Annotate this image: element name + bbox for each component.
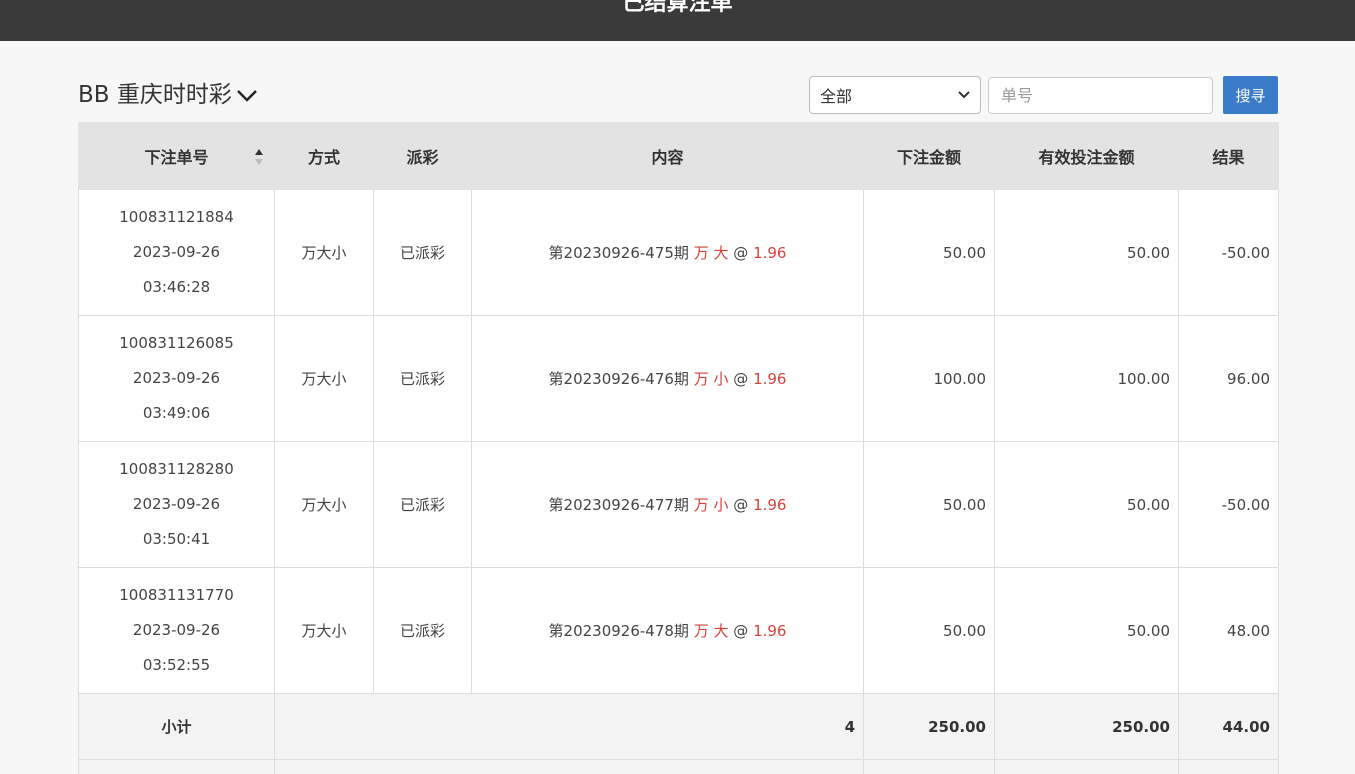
result-cell: -50.00 <box>1178 441 1279 568</box>
order-number: 100831126085 <box>119 334 234 352</box>
empty-cell <box>863 759 995 774</box>
page-title: 已结算注单 <box>622 0 733 16</box>
sort-icon[interactable] <box>254 147 264 167</box>
content-cell: 第20230926-476期 万 小 @ 1.96 <box>471 315 864 442</box>
bet-at: @ <box>733 496 749 514</box>
method-cell: 万大小 <box>274 315 374 442</box>
column-header-method: 方式 <box>274 122 374 190</box>
valid-amount-cell: 50.00 <box>994 189 1179 316</box>
bet-period: 第20230926-478期 <box>548 622 689 640</box>
game-title: BB 重庆时时彩 <box>78 82 232 108</box>
bet-pick: 万 小 <box>693 370 729 388</box>
amount-cell: 50.00 <box>863 567 995 694</box>
content-cell: 第20230926-477期 万 小 @ 1.96 <box>471 441 864 568</box>
bet-period: 第20230926-476期 <box>548 370 689 388</box>
bet-at: @ <box>733 622 749 640</box>
bet-period: 第20230926-475期 <box>548 244 689 262</box>
order-time: 03:52:55 <box>142 656 211 674</box>
empty-cell <box>274 759 864 774</box>
column-header-order-no[interactable]: 下注单号 <box>78 122 275 190</box>
empty-cell <box>994 759 1179 774</box>
subtotal-result: 44.00 <box>1178 693 1279 760</box>
subtotal-amount: 250.00 <box>863 693 995 760</box>
order-time: 03:46:28 <box>142 278 211 296</box>
result-cell: -50.00 <box>1178 189 1279 316</box>
order-number: 100831121884 <box>119 208 234 226</box>
order-date: 2023-09-26 <box>132 369 221 387</box>
top-bar: 已结算注单 <box>0 0 1355 41</box>
column-header-content: 内容 <box>471 122 864 190</box>
order-cell: 100831121884 2023-09-26 03:46:28 <box>78 189 275 316</box>
method-cell: 万大小 <box>274 189 374 316</box>
table-row: 100831128280 2023-09-26 03:50:41 万大小 已派彩… <box>78 441 1279 568</box>
subtotal-label: 小计 <box>78 693 275 760</box>
empty-cell <box>78 759 275 774</box>
order-number: 100831128280 <box>119 460 234 478</box>
bet-odds: 1.96 <box>753 244 787 262</box>
payout-cell: 已派彩 <box>373 189 472 316</box>
amount-cell: 50.00 <box>863 189 995 316</box>
bets-table: 下注单号 方式 派彩 内容 下注金额 有效投注金额 结果 10083112188… <box>78 122 1279 774</box>
table-row-partial <box>78 759 1279 774</box>
column-header-result: 结果 <box>1178 122 1279 190</box>
filter-selected-value: 全部 <box>820 87 853 106</box>
payout-cell: 已派彩 <box>373 441 472 568</box>
subtotal-count: 4 <box>274 693 864 760</box>
method-cell: 万大小 <box>274 567 374 694</box>
table-row: 100831121884 2023-09-26 03:46:28 万大小 已派彩… <box>78 189 1279 316</box>
result-cell: 48.00 <box>1178 567 1279 694</box>
order-cell: 100831128280 2023-09-26 03:50:41 <box>78 441 275 568</box>
bet-odds: 1.96 <box>753 370 787 388</box>
valid-amount-cell: 50.00 <box>994 567 1179 694</box>
status-filter-select[interactable]: 全部 <box>809 76 981 114</box>
bet-at: @ <box>733 370 749 388</box>
chevron-down-icon <box>958 91 970 99</box>
bet-pick: 万 大 <box>693 244 729 262</box>
subtotal-row: 小计 4 250.00 250.00 44.00 <box>78 693 1279 760</box>
column-header-amount: 下注金额 <box>863 122 995 190</box>
column-header-payout: 派彩 <box>373 122 472 190</box>
payout-cell: 已派彩 <box>373 315 472 442</box>
valid-amount-cell: 50.00 <box>994 441 1179 568</box>
game-selector[interactable]: BB 重庆时时彩 <box>78 80 258 110</box>
table-row: 100831126085 2023-09-26 03:49:06 万大小 已派彩… <box>78 315 1279 442</box>
method-cell: 万大小 <box>274 441 374 568</box>
subtotal-valid-amount: 250.00 <box>994 693 1179 760</box>
order-date: 2023-09-26 <box>132 621 221 639</box>
order-cell: 100831126085 2023-09-26 03:49:06 <box>78 315 275 442</box>
order-time: 03:50:41 <box>142 530 211 548</box>
bet-period: 第20230926-477期 <box>548 496 689 514</box>
search-button[interactable]: 搜寻 <box>1223 76 1278 114</box>
bet-pick: 万 小 <box>693 496 729 514</box>
order-number-input[interactable] <box>988 77 1213 114</box>
bet-pick: 万 大 <box>693 622 729 640</box>
bet-at: @ <box>733 244 749 262</box>
amount-cell: 50.00 <box>863 441 995 568</box>
valid-amount-cell: 100.00 <box>994 315 1179 442</box>
result-cell: 96.00 <box>1178 315 1279 442</box>
order-date: 2023-09-26 <box>132 243 221 261</box>
bet-odds: 1.96 <box>753 496 787 514</box>
order-number: 100831131770 <box>119 586 234 604</box>
payout-cell: 已派彩 <box>373 567 472 694</box>
content-cell: 第20230926-475期 万 大 @ 1.96 <box>471 189 864 316</box>
bet-odds: 1.96 <box>753 622 787 640</box>
order-date: 2023-09-26 <box>132 495 221 513</box>
content-cell: 第20230926-478期 万 大 @ 1.96 <box>471 567 864 694</box>
column-header-valid-amount: 有效投注金额 <box>994 122 1179 190</box>
empty-cell <box>1178 759 1279 774</box>
order-cell: 100831131770 2023-09-26 03:52:55 <box>78 567 275 694</box>
table-header-row: 下注单号 方式 派彩 内容 下注金额 有效投注金额 结果 <box>78 122 1279 190</box>
chevron-down-icon <box>237 90 257 102</box>
table-row: 100831131770 2023-09-26 03:52:55 万大小 已派彩… <box>78 567 1279 694</box>
order-time: 03:49:06 <box>142 404 211 422</box>
amount-cell: 100.00 <box>863 315 995 442</box>
